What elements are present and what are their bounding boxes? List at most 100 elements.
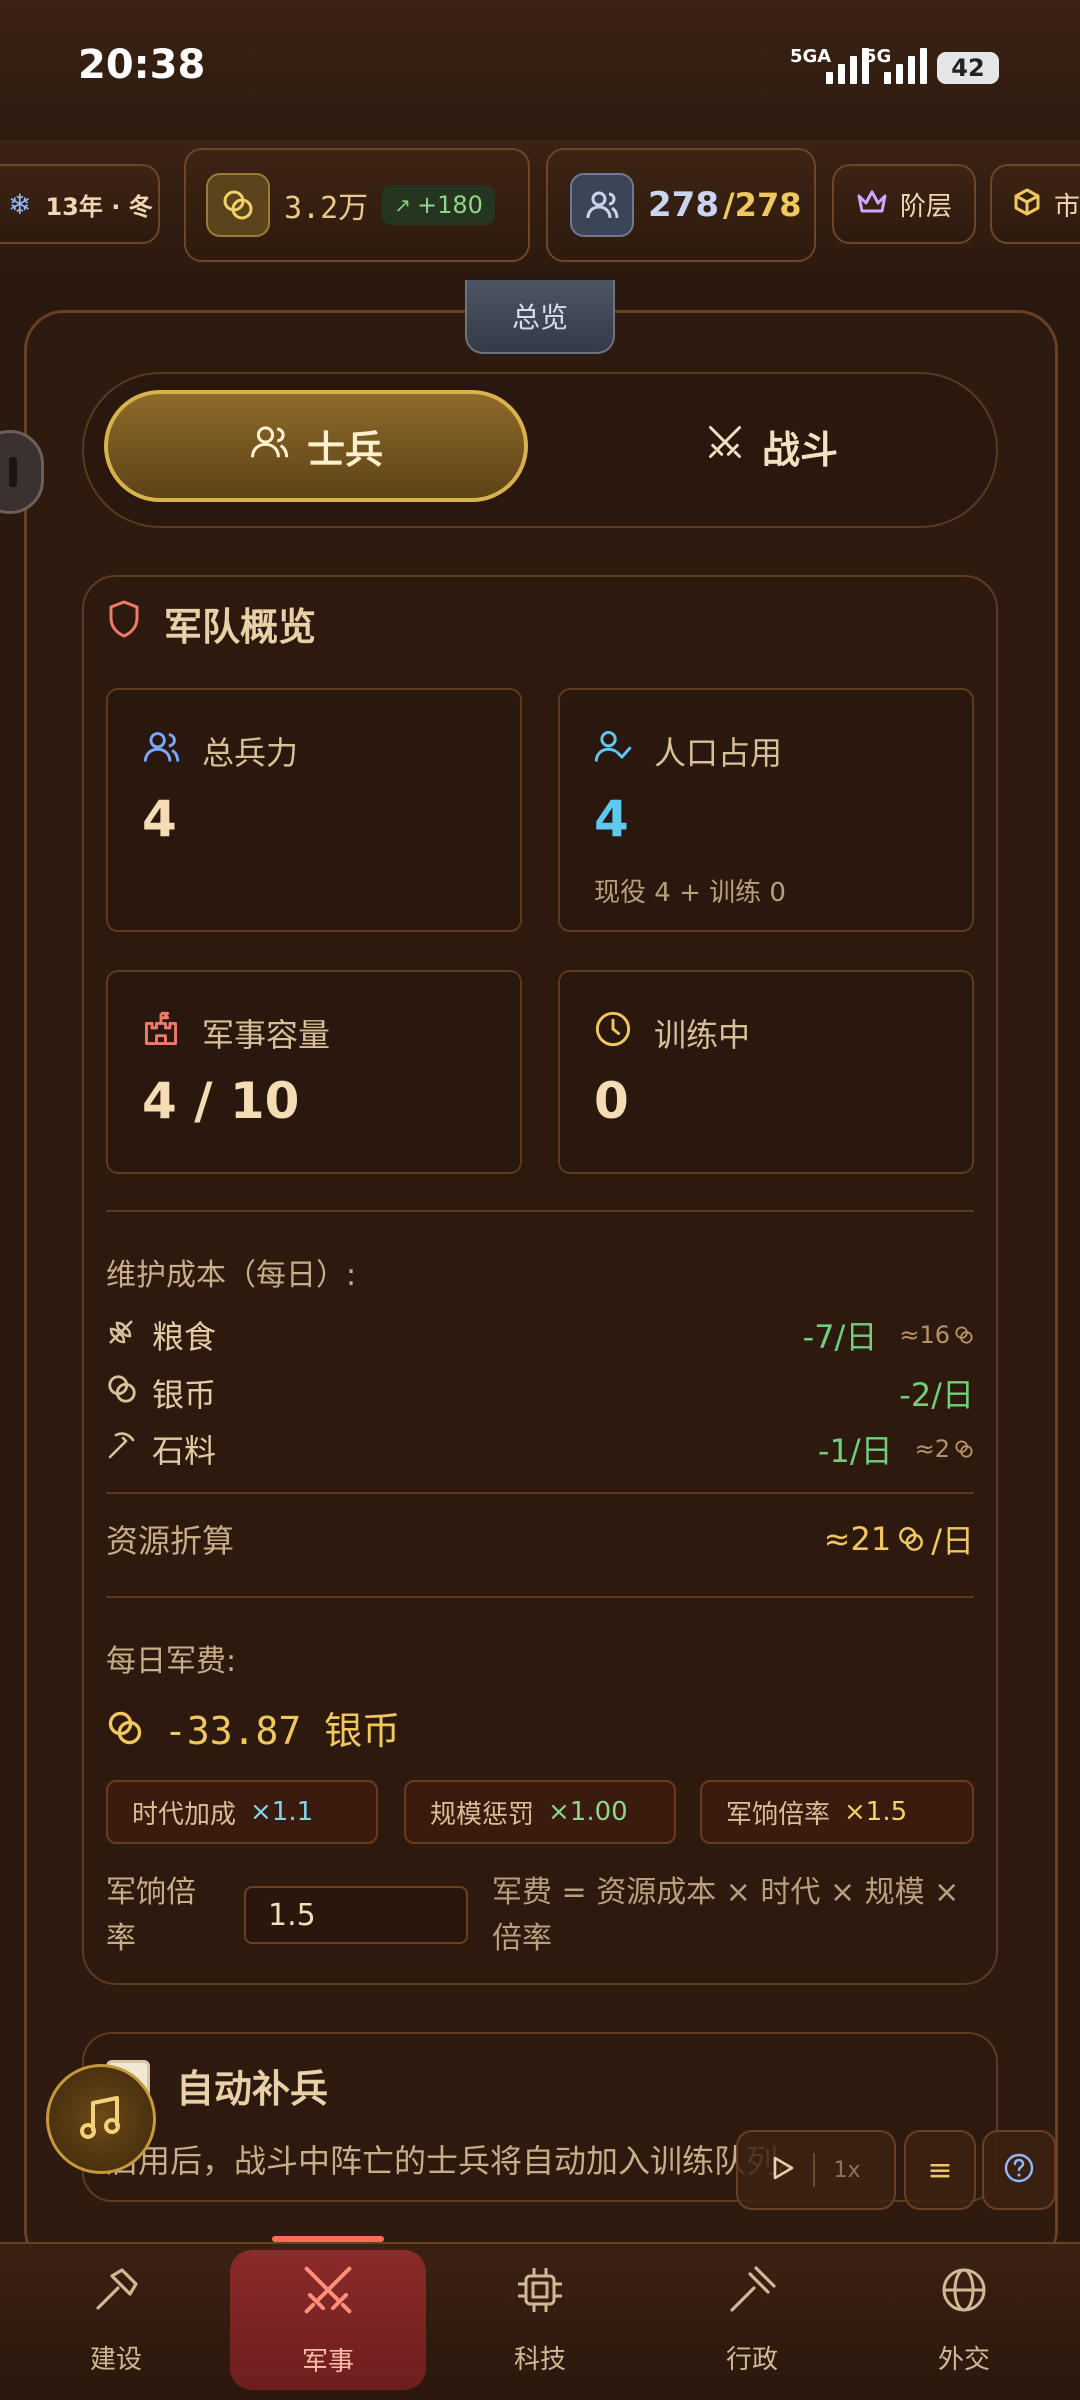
pay-rate-label: 军饷倍率 [106, 1875, 196, 1956]
military-capacity-value: 4 / 10 [142, 1072, 300, 1130]
grip-icon [9, 457, 17, 487]
training-label: 训练中 [654, 1016, 751, 1054]
users-icon [570, 173, 634, 237]
silver-amount: 3.2万 [284, 191, 369, 226]
class-chip[interactable]: 阶层 [832, 164, 976, 244]
maintenance-title: 维护成本（每日）: [106, 1258, 357, 1293]
modifier-pay-rate: 军饷倍率 ×1.5 [700, 1780, 974, 1844]
user-check-icon [594, 728, 632, 774]
market-label: 市 [1054, 191, 1080, 222]
users-icon [142, 728, 180, 774]
crown-icon [856, 188, 888, 220]
maintenance-item-amount: -7/日 [802, 1318, 878, 1356]
divider [106, 1492, 974, 1494]
tab-soldiers[interactable]: 士兵 [104, 390, 528, 502]
auto-reinforce-description: 启用后，战斗中阵亡的士兵将自动加入训练队列。 [106, 2142, 811, 2180]
trend-up-icon: ↗ [394, 193, 411, 217]
nav-admin-label: 行政 [725, 2345, 778, 2375]
clock-icon [594, 1010, 632, 1056]
modifier-label: 时代加成 [132, 1799, 237, 1830]
battery-indicator: 42 [937, 52, 999, 84]
maintenance-row-stone: 石料 -1/日 ≈2 [106, 1424, 974, 1474]
nav-build-label: 建设 [89, 2345, 142, 2375]
nav-tech-label: 科技 [513, 2345, 566, 2375]
box-icon [1012, 187, 1042, 221]
tab-battle[interactable]: 战斗 [560, 390, 984, 502]
conversion-amount: ≈21 [823, 1520, 892, 1558]
pickaxe-icon [106, 1429, 138, 1469]
population-usage-card: 人口占用 4 现役 4 + 训练 0 [558, 688, 974, 932]
population-chip[interactable]: 278 /278 [546, 148, 816, 262]
equiv-value: ≈16 [899, 1321, 950, 1349]
coins-icon [955, 1326, 973, 1344]
conversion-unit: /日 [931, 1522, 974, 1560]
silver-chip[interactable]: 3.2万 ↗ +180 [184, 148, 530, 262]
army-overview-title: 军队概览 [164, 605, 317, 649]
daily-cost-value-row: -33.87 银币 [106, 1700, 400, 1755]
menu-button[interactable]: ≡ [904, 2130, 976, 2210]
resource-conversion-label: 资源折算 [106, 1522, 235, 1560]
maintenance-item-name: 粮食 [152, 1318, 217, 1356]
training-value: 0 [594, 1072, 629, 1130]
divider [106, 1596, 974, 1598]
signal-icon [826, 44, 869, 84]
speed-control[interactable]: 1x [736, 2130, 896, 2210]
nav-tech[interactable]: 科技 [442, 2250, 638, 2390]
active-tab-indicator [272, 2236, 384, 2242]
market-chip[interactable]: 市 [990, 164, 1080, 244]
daily-cost-value: -33.87 银币 [164, 1709, 401, 1753]
resource-conversion-row: 资源折算 ≈21 /日 [106, 1514, 974, 1564]
coins-icon [206, 173, 270, 237]
maintenance-item-equiv: ≈16 [899, 1321, 974, 1349]
play-icon [771, 2155, 795, 2185]
users-icon [249, 422, 289, 471]
population-usage-label: 人口占用 [654, 734, 783, 772]
modifier-label: 规模惩罚 [430, 1799, 535, 1830]
maintenance-item-amount: -2/日 [899, 1376, 974, 1414]
modifier-multiplier: ×1.1 [250, 1797, 314, 1827]
clock: 20:38 [78, 42, 206, 88]
coins-icon [899, 1527, 924, 1551]
maintenance-row-food: 粮食 -7/日 ≈16 [106, 1310, 974, 1360]
coins-icon [955, 1440, 973, 1458]
nav-diplomacy[interactable]: 外交 [866, 2250, 1062, 2390]
population-usage-value: 4 [594, 790, 629, 848]
crossed-swords-icon [706, 423, 744, 470]
nav-military-label: 军事 [301, 2347, 354, 2377]
class-label: 阶层 [900, 191, 953, 222]
modifier-scale: 规模惩罚 ×1.00 [404, 1780, 676, 1844]
season-label: 13年 · 冬 [45, 192, 153, 221]
total-troops-label: 总兵力 [202, 734, 299, 772]
military-capacity-card: 军事容量 4 / 10 [106, 970, 522, 1174]
silver-delta-badge: ↗ +180 [382, 185, 495, 225]
modifier-multiplier: ×1.5 [844, 1797, 908, 1827]
population-usage-detail: 现役 4 + 训练 0 [594, 878, 786, 908]
total-troops-value: 4 [142, 790, 177, 848]
tab-overview[interactable]: 总览 [465, 280, 615, 354]
nav-admin[interactable]: 行政 [654, 2250, 850, 2390]
globe-icon [938, 2264, 990, 2323]
coins-icon [106, 1373, 138, 1413]
nav-build[interactable]: 建设 [18, 2250, 214, 2390]
resource-conversion-value: ≈21 /日 [824, 1516, 974, 1562]
daily-cost-label: 每日军费: [106, 1644, 237, 1679]
modifier-multiplier: ×1.00 [548, 1797, 628, 1827]
help-button[interactable] [982, 2130, 1056, 2210]
military-capacity-label: 军事容量 [202, 1016, 331, 1054]
pay-rate-input[interactable] [244, 1886, 468, 1944]
hammer-icon [90, 2264, 142, 2323]
tab-soldiers-label: 士兵 [306, 427, 383, 472]
army-overview-header: 军队概览 [106, 596, 316, 651]
swords-icon [300, 2262, 356, 2325]
nav-military[interactable]: 军事 [230, 2250, 426, 2390]
speed-divider [813, 2153, 816, 2187]
gavel-icon [726, 2264, 778, 2323]
cost-formula: 军费 = 资源成本 × 时代 × 规模 × 倍率 [492, 1875, 960, 1956]
menu-icon: ≡ [927, 2152, 953, 2188]
shield-icon [106, 599, 142, 648]
modifier-era: 时代加成 ×1.1 [106, 1780, 378, 1844]
season-chip[interactable]: ❄ 13年 · 冬 [0, 164, 160, 244]
maintenance-row-silver: 银币 -2/日 [106, 1368, 974, 1418]
resource-bar: ❄ 13年 · 冬 3.2万 ↗ +180 278 /278 阶层 市 [0, 140, 1080, 280]
music-button[interactable] [46, 2064, 156, 2174]
